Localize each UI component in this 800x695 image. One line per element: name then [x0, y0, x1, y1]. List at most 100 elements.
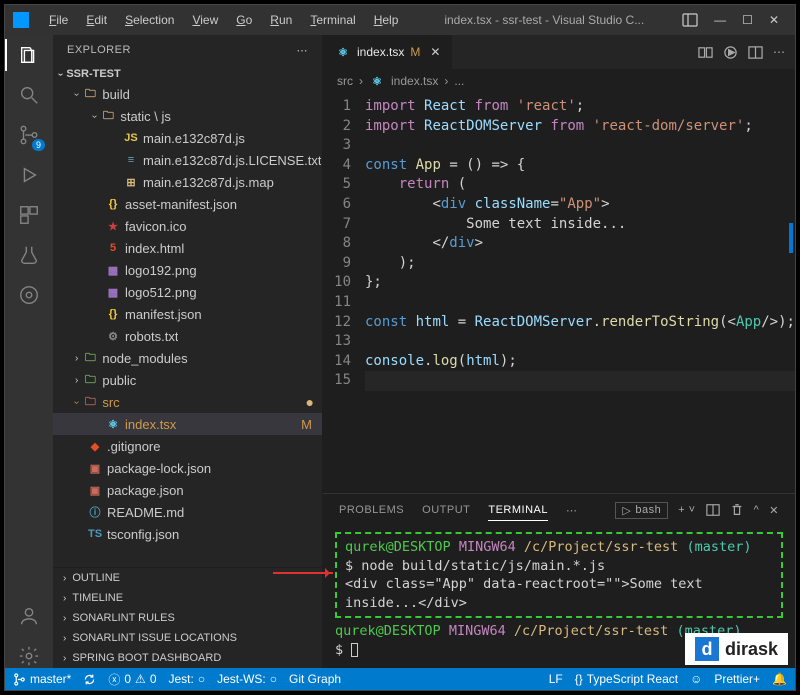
html-icon: 5: [105, 240, 121, 256]
react-icon: ⚛: [105, 416, 121, 432]
file-logo192[interactable]: ▩logo192.png: [53, 259, 322, 281]
status-git-graph[interactable]: Git Graph: [289, 672, 341, 686]
file-manifest[interactable]: {}manifest.json: [53, 303, 322, 325]
file-main-js[interactable]: JSmain.e132c87d.js: [53, 127, 322, 149]
chevron-right-icon: ›: [75, 353, 78, 364]
activity-extra[interactable]: [17, 283, 41, 307]
status-feedback-icon[interactable]: ☺: [690, 672, 702, 686]
menu-help[interactable]: Help: [366, 9, 407, 31]
activity-account[interactable]: [17, 604, 41, 628]
tab-index-tsx[interactable]: ⚛ index.tsx M ✕: [323, 35, 453, 69]
terminal-maximize-icon[interactable]: ^: [754, 504, 760, 516]
activity-bar: 9: [5, 35, 53, 668]
run-icon[interactable]: [723, 45, 738, 60]
terminal-close-icon[interactable]: ✕: [769, 504, 779, 517]
project-name: SSR-TEST: [66, 68, 120, 80]
terminal-split-icon[interactable]: [706, 503, 720, 517]
status-problems[interactable]: ⓧ 0 ⚠ 0: [108, 671, 156, 688]
chevron-right-icon: ›: [63, 593, 66, 604]
chevron-right-icon: ›: [444, 74, 448, 88]
scm-badge: 9: [32, 139, 45, 151]
activity-search[interactable]: [17, 83, 41, 107]
menu-edit[interactable]: Edit: [78, 9, 115, 31]
chevron-right-icon: ›: [75, 375, 78, 386]
code-editor[interactable]: 123456789101112131415 import React from …: [323, 93, 795, 493]
menu-terminal[interactable]: Terminal: [302, 9, 363, 31]
line-gutter: 123456789101112131415: [323, 97, 365, 493]
activity-settings[interactable]: [17, 644, 41, 668]
status-jest[interactable]: Jest: ○: [169, 672, 206, 686]
status-branch[interactable]: master*: [13, 672, 71, 686]
panel-sonarlint-issues[interactable]: ›SONARLINT ISSUE LOCATIONS: [53, 628, 322, 648]
terminal-shell-picker[interactable]: ▷bash: [615, 502, 668, 519]
compare-icon[interactable]: [698, 45, 713, 60]
tab-problems[interactable]: PROBLEMS: [339, 500, 404, 520]
npm-icon: ▣: [87, 482, 103, 498]
image-icon: ▩: [105, 284, 121, 300]
status-language[interactable]: {} TypeScript React: [575, 672, 678, 686]
tabs-more-icon[interactable]: ⋯: [566, 504, 578, 517]
file-tsconfig[interactable]: TStsconfig.json: [53, 523, 322, 545]
window-close[interactable]: ✕: [769, 13, 779, 27]
file-gitignore[interactable]: ◆.gitignore: [53, 435, 322, 457]
chevron-right-icon: ›: [63, 653, 66, 664]
folder-src[interactable]: ›🗀src●: [53, 391, 322, 413]
file-index-html[interactable]: 5index.html: [53, 237, 322, 259]
highlighted-output: qurek@DESKTOP MINGW64 /c/Project/ssr-tes…: [335, 532, 783, 618]
menu-selection[interactable]: Selection: [117, 9, 182, 31]
file-main-map[interactable]: ⊞main.e132c87d.js.map: [53, 171, 322, 193]
window-minimize[interactable]: —: [714, 13, 726, 27]
folder-public[interactable]: ›🗀public: [53, 369, 322, 391]
tab-output[interactable]: OUTPUT: [422, 500, 470, 520]
panel-outline[interactable]: ›OUTLINE: [53, 568, 322, 588]
project-section[interactable]: › SSR-TEST: [53, 65, 322, 83]
code-body[interactable]: import React from 'react'; import ReactD…: [365, 97, 795, 493]
window-maximize[interactable]: ☐: [742, 13, 753, 27]
file-main-license[interactable]: ≡main.e132c87d.js.LICENSE.txt: [53, 149, 322, 171]
activity-source-control[interactable]: 9: [17, 123, 41, 147]
split-icon[interactable]: [748, 45, 763, 60]
file-index-tsx[interactable]: ⚛index.tsxM: [53, 413, 322, 435]
status-jest-ws[interactable]: Jest-WS: ○: [217, 672, 277, 686]
activity-explorer[interactable]: [17, 43, 41, 67]
menu-view[interactable]: View: [184, 9, 226, 31]
file-asset-manifest[interactable]: {}asset-manifest.json: [53, 193, 322, 215]
panel-spring-boot[interactable]: ›SPRING BOOT DASHBOARD: [53, 648, 322, 668]
file-package-lock[interactable]: ▣package-lock.json: [53, 457, 322, 479]
file-favicon[interactable]: ★favicon.ico: [53, 215, 322, 237]
status-sync[interactable]: [83, 673, 96, 686]
tab-terminal[interactable]: TERMINAL: [488, 500, 548, 521]
more-icon[interactable]: ⋯: [773, 45, 785, 59]
activity-run-debug[interactable]: [17, 163, 41, 187]
chevron-right-icon: ›: [63, 573, 66, 584]
activity-testing[interactable]: [17, 243, 41, 267]
status-bar: master* ⓧ 0 ⚠ 0 Jest: ○ Jest-WS: ○ Git G…: [5, 668, 795, 690]
menu-run[interactable]: Run: [262, 9, 300, 31]
explorer-more-icon[interactable]: ⋯: [297, 44, 309, 57]
terminal-new-icon[interactable]: + ˅: [678, 504, 695, 516]
file-logo512[interactable]: ▩logo512.png: [53, 281, 322, 303]
npm-icon: ▣: [87, 460, 103, 476]
status-lf[interactable]: LF: [549, 672, 563, 686]
chevron-right-icon: ›: [359, 74, 363, 88]
file-tree: ›🗀build ›🗀static \ js JSmain.e132c87d.js…: [53, 83, 322, 567]
activity-extensions[interactable]: [17, 203, 41, 227]
panel-sonarlint-rules[interactable]: ›SONARLINT RULES: [53, 608, 322, 628]
layout-icon[interactable]: [682, 12, 698, 28]
folder-build[interactable]: ›🗀build: [53, 83, 322, 105]
folder-static-js[interactable]: ›🗀static \ js: [53, 105, 322, 127]
folder-open-icon: 🗀: [82, 394, 98, 410]
file-package-json[interactable]: ▣package.json: [53, 479, 322, 501]
menu-file[interactable]: File: [41, 9, 76, 31]
folder-node-modules[interactable]: ›🗀node_modules: [53, 347, 322, 369]
terminal-trash-icon[interactable]: [730, 503, 744, 517]
panel-timeline[interactable]: ›TIMELINE: [53, 588, 322, 608]
file-robots[interactable]: ⚙robots.txt: [53, 325, 322, 347]
status-prettier[interactable]: Prettier+: [714, 672, 760, 686]
watermark-text: dirask: [725, 639, 778, 660]
file-readme[interactable]: ⓘREADME.md: [53, 501, 322, 523]
menu-go[interactable]: Go: [228, 9, 260, 31]
status-notifications-icon[interactable]: 🔔: [772, 672, 787, 686]
tab-close-icon[interactable]: ✕: [430, 45, 440, 59]
breadcrumb[interactable]: src › ⚛ index.tsx › ...: [323, 69, 795, 93]
